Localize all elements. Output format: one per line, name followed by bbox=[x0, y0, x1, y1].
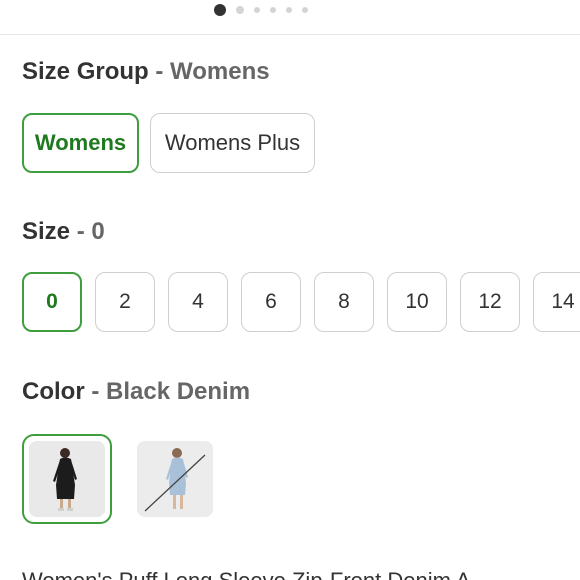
size-option-label: 8 bbox=[338, 290, 350, 313]
carousel-dot-2[interactable] bbox=[236, 6, 244, 14]
size-heading: Size - 0 bbox=[22, 218, 105, 246]
size-option-10[interactable]: 10 bbox=[387, 272, 447, 332]
swatch-image-unavailable bbox=[137, 441, 213, 517]
carousel-pagination bbox=[0, 0, 580, 20]
carousel-dot-3[interactable] bbox=[254, 7, 260, 13]
size-option-label: 4 bbox=[192, 290, 204, 313]
size-group-heading: Size Group - Womens bbox=[22, 58, 270, 86]
color-heading: Color - Black Denim bbox=[22, 378, 250, 406]
color-label: Color bbox=[22, 378, 85, 405]
size-group-option-womens-plus[interactable]: Womens Plus bbox=[150, 113, 315, 173]
size-group-option-womens[interactable]: Womens bbox=[22, 113, 139, 173]
carousel-dot-1[interactable] bbox=[214, 4, 226, 16]
size-selected-value: 0 bbox=[91, 218, 105, 245]
size-option-label: 6 bbox=[265, 290, 277, 313]
size-option-label: 12 bbox=[478, 290, 502, 313]
color-separator: - bbox=[84, 378, 106, 405]
carousel-dot-4[interactable] bbox=[270, 7, 276, 13]
size-option-8[interactable]: 8 bbox=[314, 272, 374, 332]
size-group-option-label: Womens Plus bbox=[164, 130, 301, 155]
product-title: Women's Puff Long Sleeve Zip-Front Denim… bbox=[22, 568, 471, 580]
size-label: Size bbox=[22, 218, 71, 245]
size-option-2[interactable]: 2 bbox=[95, 272, 155, 332]
color-swatch-black-denim[interactable] bbox=[22, 434, 112, 524]
size-group-separator: - bbox=[148, 58, 171, 85]
dress-icon bbox=[137, 441, 213, 517]
carousel-dot-5[interactable] bbox=[286, 7, 292, 13]
divider bbox=[0, 34, 580, 35]
size-option-label: 2 bbox=[119, 290, 131, 313]
size-group-option-label: Womens bbox=[34, 130, 127, 155]
size-group-selected-value: Womens bbox=[170, 58, 270, 85]
size-option-label: 0 bbox=[46, 290, 58, 313]
size-option-label: 14 bbox=[551, 290, 575, 313]
size-option-6[interactable]: 6 bbox=[241, 272, 301, 332]
swatch-image bbox=[29, 441, 105, 517]
color-selected-value: Black Denim bbox=[106, 378, 251, 405]
size-option-label: 10 bbox=[405, 290, 429, 313]
size-option-4[interactable]: 4 bbox=[168, 272, 228, 332]
size-option-14[interactable]: 14 bbox=[533, 272, 580, 332]
size-options: 0 2 4 6 8 10 12 14 bbox=[22, 272, 580, 332]
size-separator: - bbox=[70, 218, 92, 245]
size-group-label: Size Group bbox=[22, 58, 149, 85]
size-option-0[interactable]: 0 bbox=[22, 272, 82, 332]
carousel-dot-6[interactable] bbox=[302, 7, 308, 13]
color-swatch-light-blue-denim[interactable] bbox=[130, 434, 220, 524]
size-option-12[interactable]: 12 bbox=[460, 272, 520, 332]
dress-icon bbox=[29, 441, 105, 517]
